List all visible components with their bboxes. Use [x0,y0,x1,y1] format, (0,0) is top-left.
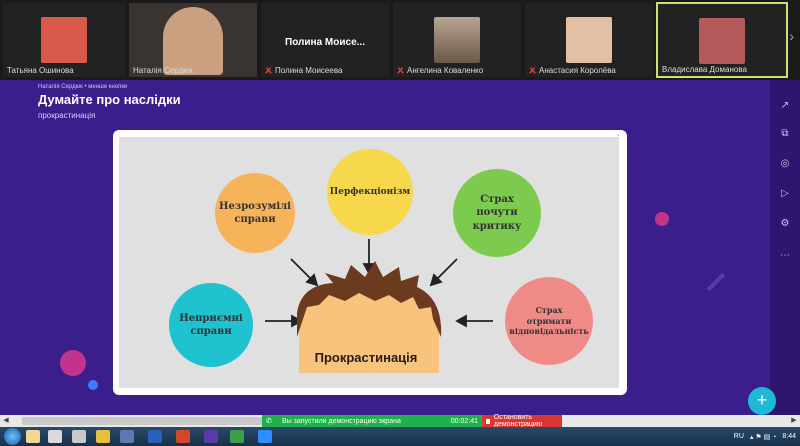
more-icon[interactable]: ⋯ [777,248,793,264]
participant-photo [434,17,480,63]
decor-dot [88,380,98,390]
phone-icon: ✆ [266,418,272,425]
participant-strip: Татьяна Ошинова Наталія Сердюк Полина Мо… [0,0,800,80]
strip-scroll-icon[interactable]: › [789,28,794,44]
participant-photo [699,18,745,64]
share-status: ✆ Вы запустили демонстрацию экрана 00:02… [262,415,482,427]
participant-tile[interactable]: Анастасия Королёва [524,2,654,78]
mic-muted-icon [529,67,536,74]
slide-card: ⋮ Незрозумілісправи [113,130,627,395]
scroll-left-icon[interactable]: ◀ [0,415,12,427]
presentation-stage: Наталія Сердюк • менше кнопки Думайте пр… [0,80,770,415]
participant-photo [41,17,87,63]
start-button[interactable] [4,428,21,445]
chrome-icon[interactable] [230,430,244,443]
system-tray: RU ▴ ⚑ ▤ ◔ 8:44 [728,427,796,446]
clock[interactable]: 8:44 [782,433,796,440]
share-icon[interactable]: ↗ [777,98,793,114]
media-icon[interactable] [96,430,110,443]
decor-dot [60,350,86,376]
explorer-icon[interactable] [48,430,62,443]
page-subtitle: прокрастинація [38,111,96,120]
participant-tile[interactable]: Полина Моисе... Полина Моисеева [260,2,390,78]
bubble-unclear-tasks: Незрозумілі справи [215,173,295,253]
stop-share-button[interactable]: Остановить демонстрацию [482,414,562,428]
play-icon[interactable]: ▷ [777,186,793,202]
screen-share-bar: ✆ Вы запустили демонстрацию экрана 00:02… [262,414,562,428]
bubble-unpleasant-tasks: Неприємні справи [169,283,253,367]
page-title: Думайте про наслідки [38,92,181,107]
bubble-fear-of-criticism: Страх почути критику [453,169,541,257]
powerpoint-icon[interactable] [176,430,190,443]
participant-video [163,7,223,75]
right-toolbar: ↗ ⧉ ◎ ▷ ⚙ ⋯ [770,80,800,415]
app-window: Татьяна Ошинова Наталія Сердюк Полина Мо… [0,0,800,446]
windows-taskbar: RU ▴ ⚑ ▤ ◔ 8:44 [0,427,800,446]
participant-display-name: Полина Моисе... [285,37,365,48]
add-button[interactable]: + [748,387,776,415]
participant-photo [566,17,612,63]
player-icon[interactable] [204,430,218,443]
zoom-icon[interactable] [258,430,272,443]
language-indicator[interactable]: RU [734,433,744,440]
mic-muted-icon [397,67,404,74]
stop-icon [486,418,490,424]
center-label: Прокрастинація [302,347,430,369]
settings-icon[interactable]: ⚙ [777,216,793,232]
crop-icon[interactable]: ⧉ [777,126,793,142]
participant-name: Владислава Доманова [662,65,747,74]
participant-name: Ангелина Коваленко [407,66,484,75]
network-icon[interactable] [72,430,86,443]
participant-name: Наталія Сердюк [133,66,193,75]
scroll-right-icon[interactable]: ▶ [788,415,800,427]
bubble-fear-of-responsibility: Страх отримати відповідальність [505,277,593,365]
share-timer: 00:02:41 [450,417,478,425]
participant-name: Анастасия Королёва [539,66,616,75]
participant-tile[interactable]: Татьяна Ошинова [2,2,126,78]
slide-image: Незрозумілі справи Перфекціонізм Страх поч… [119,137,619,388]
word-icon[interactable] [148,430,162,443]
participant-name: Полина Моисеева [275,66,343,75]
breadcrumb: Наталія Сердюк • менше кнопки [38,84,128,90]
participant-name: Татьяна Ошинова [7,66,74,75]
pin-icon[interactable]: ◎ [777,156,793,172]
participant-tile[interactable]: Наталія Сердюк [128,2,258,78]
mic-muted-icon [265,67,272,74]
save-icon[interactable] [120,430,134,443]
participant-tile[interactable]: Ангелина Коваленко [392,2,522,78]
folder-icon[interactable] [26,430,40,443]
participant-tile-active[interactable]: Владислава Доманова [656,2,788,78]
decor-line [706,272,726,292]
decor-dot [655,212,669,226]
tray-icons[interactable]: ▴ ⚑ ▤ ◔ [750,433,776,441]
bubble-perfectionism: Перфекціонізм [327,149,413,235]
